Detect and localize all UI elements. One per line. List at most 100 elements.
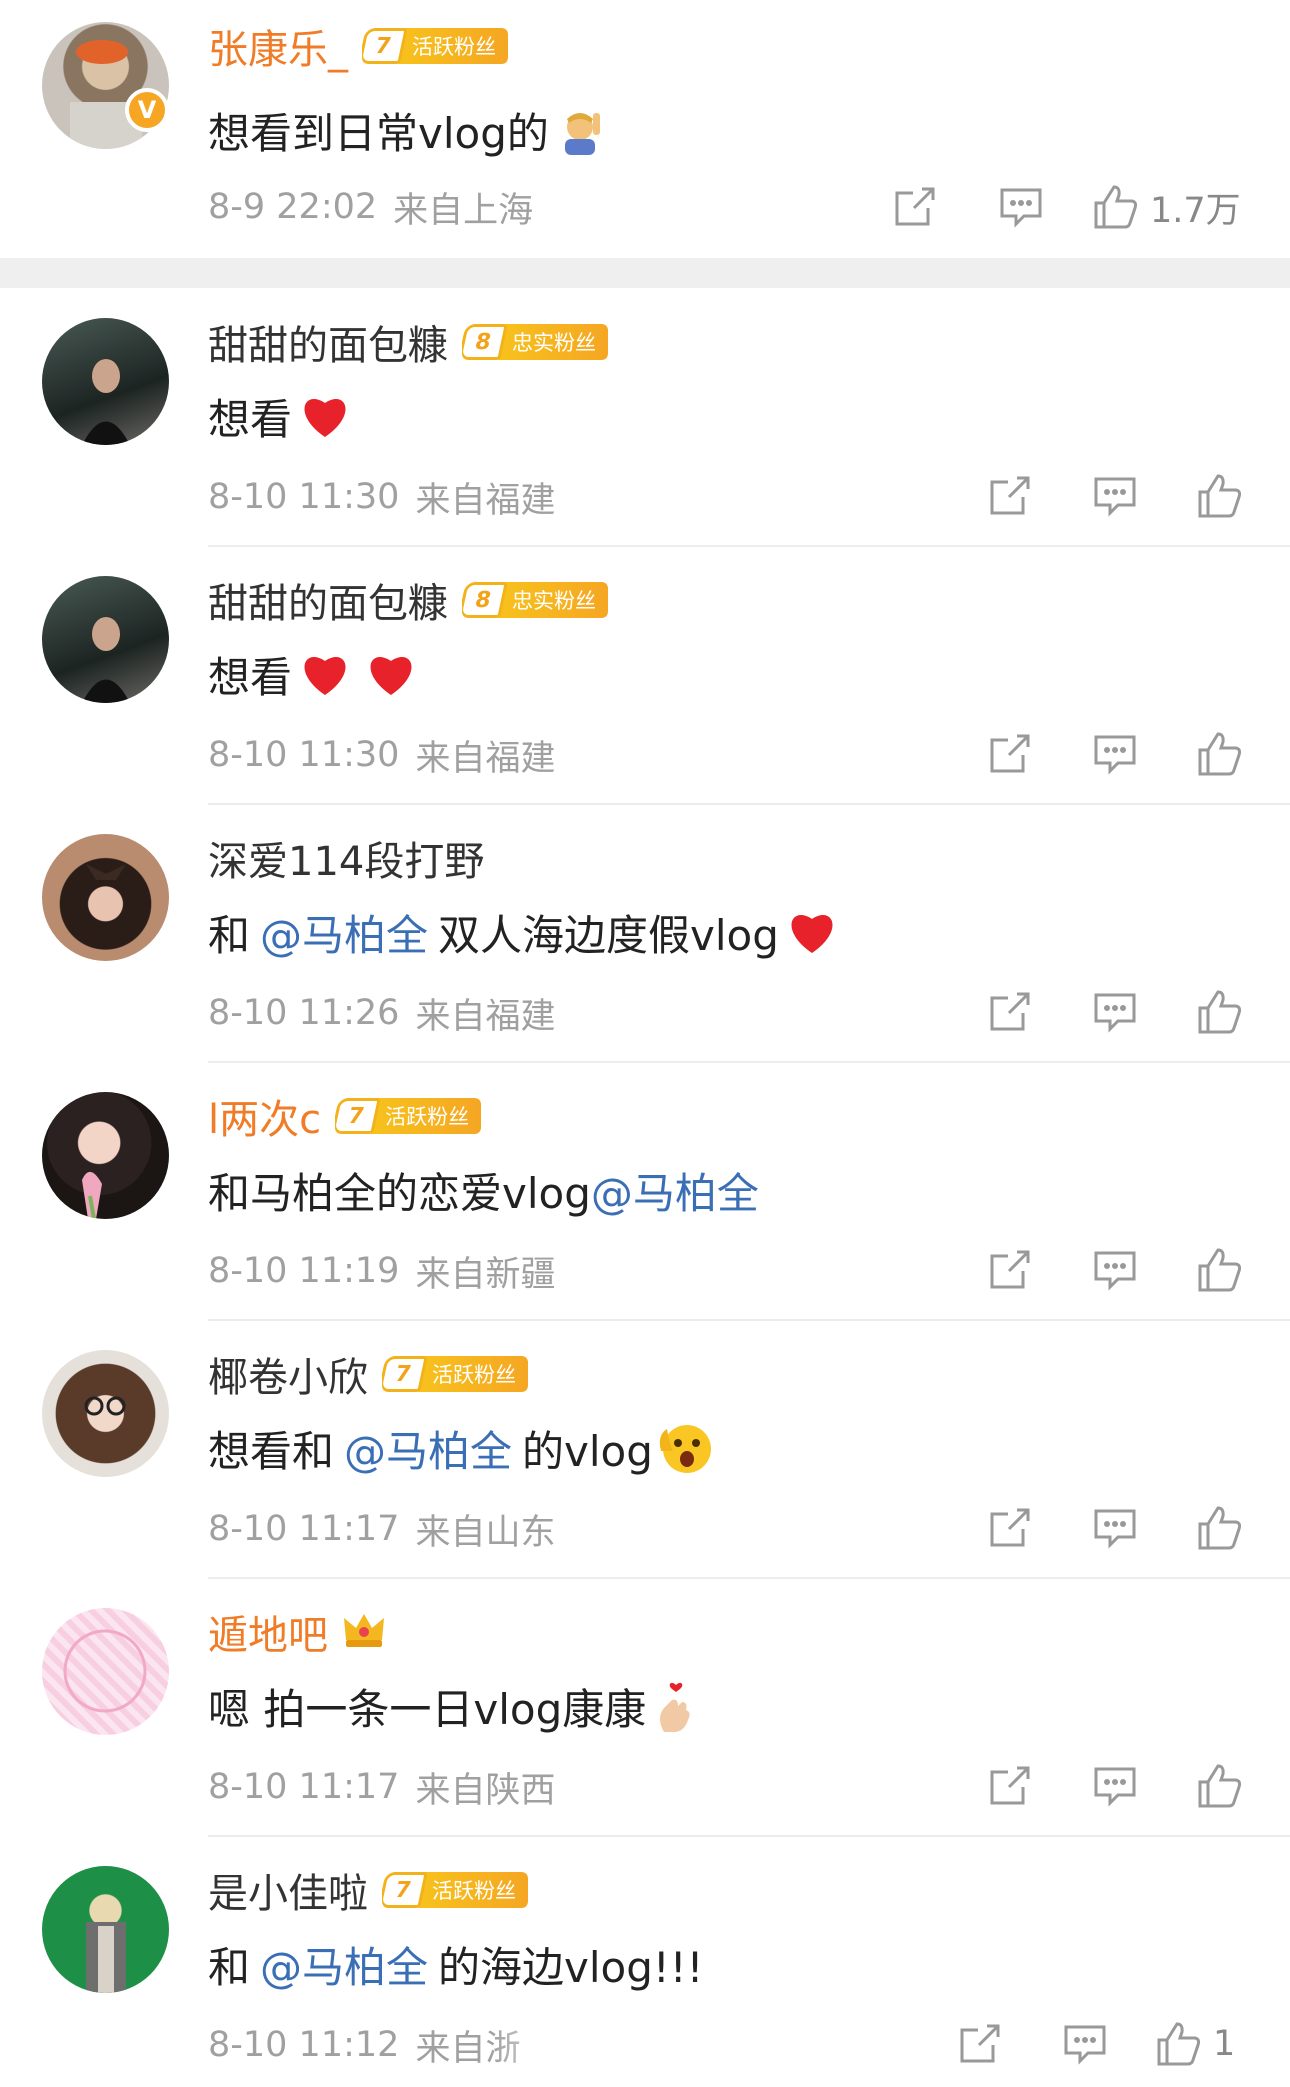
comment-text: 想看到日常vlog的 xyxy=(208,108,549,158)
raising-hand-emoji xyxy=(555,105,605,155)
divider xyxy=(208,1577,1290,1579)
username[interactable]: 是小佳啦 xyxy=(208,1861,368,1919)
share-icon xyxy=(990,734,1030,773)
thumbs-up-icon xyxy=(1094,185,1138,229)
share-button[interactable] xyxy=(975,1498,1045,1558)
comment-icon xyxy=(1094,735,1136,775)
share-button[interactable] xyxy=(975,1756,1045,1816)
comment-icon xyxy=(1064,2025,1106,2065)
two-red-hearts-emoji xyxy=(298,649,420,699)
comment-text: 嗯 拍一条一日vlog康康 xyxy=(208,1684,647,1734)
comment-text: 想看 xyxy=(208,394,293,444)
fan-badge[interactable]: 7 活跃粉丝 xyxy=(335,1098,482,1134)
username[interactable]: 甜甜的面包糠 xyxy=(208,313,448,371)
thumbs-up-icon xyxy=(1198,474,1242,518)
avatar[interactable] xyxy=(42,1092,169,1219)
like-button[interactable] xyxy=(1185,724,1255,784)
share-button[interactable] xyxy=(975,1240,1045,1300)
username[interactable]: l两次c xyxy=(208,1087,321,1145)
fan-badge[interactable]: 8 忠实粉丝 xyxy=(462,324,608,360)
fan-badge-label: 忠实粉丝 xyxy=(498,324,608,360)
reply-button[interactable] xyxy=(1080,982,1150,1042)
share-icon xyxy=(960,2024,1000,2063)
like-button[interactable] xyxy=(1185,1498,1255,1558)
reply-button[interactable] xyxy=(1080,466,1150,526)
avatar[interactable] xyxy=(42,1866,169,1993)
fan-badge-label: 活跃粉丝 xyxy=(371,1098,482,1134)
mention-link[interactable]: @马柏全 xyxy=(344,1418,512,1479)
username[interactable]: 甜甜的面包糠 xyxy=(208,571,448,629)
like-button[interactable] xyxy=(1185,1240,1255,1300)
like-count: 1.7万 xyxy=(1150,190,1241,231)
reply-button[interactable] xyxy=(1080,1240,1150,1300)
comment-text: 和马柏全的恋爱vlog xyxy=(208,1168,591,1218)
share-button[interactable] xyxy=(975,982,1045,1042)
username[interactable]: 张康乐_ xyxy=(208,17,348,75)
comment-icon xyxy=(1094,993,1136,1033)
comment-text: 的vlog xyxy=(522,1426,653,1476)
verified-badge-icon: V xyxy=(125,88,169,132)
reply-button[interactable] xyxy=(1080,1756,1150,1816)
mention-link[interactable]: @马柏全 xyxy=(260,1934,428,1995)
comment-location: 来自福建 xyxy=(415,996,556,1037)
divider xyxy=(208,1835,1290,1837)
like-button[interactable] xyxy=(1185,466,1255,526)
username[interactable]: 椰卷小欣 xyxy=(208,1345,368,1403)
avatar[interactable] xyxy=(42,576,169,703)
thumbs-up-icon xyxy=(1198,1248,1242,1292)
red-heart-emoji xyxy=(785,907,839,957)
username[interactable]: 深爱114段打野 xyxy=(208,829,484,887)
avatar[interactable] xyxy=(42,318,169,445)
surprised-face-emoji xyxy=(659,1421,715,1475)
fan-badge[interactable]: 7 活跃粉丝 xyxy=(382,1872,528,1908)
avatar[interactable] xyxy=(42,834,169,961)
fan-badge[interactable]: 7 活跃粉丝 xyxy=(382,1356,528,1392)
crown-icon xyxy=(342,1610,386,1654)
avatar[interactable] xyxy=(42,1350,169,1477)
comment-time: 8-10 11:19 xyxy=(208,1251,400,1291)
comment-text: 和 xyxy=(208,1942,251,1992)
comment-icon xyxy=(1094,477,1136,517)
username[interactable]: 遁地吧 xyxy=(208,1603,328,1661)
divider xyxy=(208,803,1290,805)
comment-time: 8-10 11:26 xyxy=(208,993,400,1033)
reply-button[interactable] xyxy=(1050,2014,1120,2074)
thumbs-up-icon xyxy=(1198,990,1242,1034)
reply-button[interactable] xyxy=(1080,724,1150,784)
like-button[interactable]: 1.7万 xyxy=(1092,177,1241,237)
fan-badge-label: 活跃粉丝 xyxy=(418,1356,528,1392)
mention-link[interactable]: @马柏全 xyxy=(260,902,428,963)
share-button[interactable] xyxy=(945,2014,1015,2074)
share-button[interactable] xyxy=(975,466,1045,526)
divider xyxy=(208,1319,1290,1321)
avatar[interactable] xyxy=(42,1608,169,1735)
comment-time: 8-9 22:02 xyxy=(208,187,378,227)
mention-link[interactable]: @马柏全 xyxy=(591,1160,759,1221)
share-icon xyxy=(990,1766,1030,1805)
share-icon xyxy=(990,476,1030,515)
comment-icon xyxy=(1094,1767,1136,1807)
reply-button[interactable] xyxy=(1080,1498,1150,1558)
thumbs-up-icon xyxy=(1198,732,1242,776)
comment-text: 想看 xyxy=(208,652,293,702)
comment-location: 来自新疆 xyxy=(415,1254,556,1295)
divider xyxy=(208,1061,1290,1063)
comment-time: 8-10 11:12 xyxy=(208,2025,400,2065)
reply-button[interactable] xyxy=(986,177,1056,237)
like-button[interactable]: 1 xyxy=(1155,2014,1235,2074)
section-separator xyxy=(0,258,1290,288)
share-button[interactable] xyxy=(975,724,1045,784)
fan-badge[interactable]: 7 活跃粉丝 xyxy=(362,28,508,64)
comment-location: 来自福建 xyxy=(415,480,556,521)
share-button[interactable] xyxy=(880,177,950,237)
thumbs-up-icon xyxy=(1198,1506,1242,1550)
like-button[interactable] xyxy=(1185,982,1255,1042)
fan-badge[interactable]: 8 忠实粉丝 xyxy=(462,582,608,618)
comment-location: 来自山东 xyxy=(415,1512,556,1553)
comment-location: 来自福建 xyxy=(415,738,556,779)
comment-time: 8-10 11:17 xyxy=(208,1767,400,1807)
like-button[interactable] xyxy=(1185,1756,1255,1816)
fan-level: 7 xyxy=(382,1872,428,1908)
fan-level: 8 xyxy=(462,324,508,360)
comment-text: 想看和 xyxy=(208,1426,335,1476)
